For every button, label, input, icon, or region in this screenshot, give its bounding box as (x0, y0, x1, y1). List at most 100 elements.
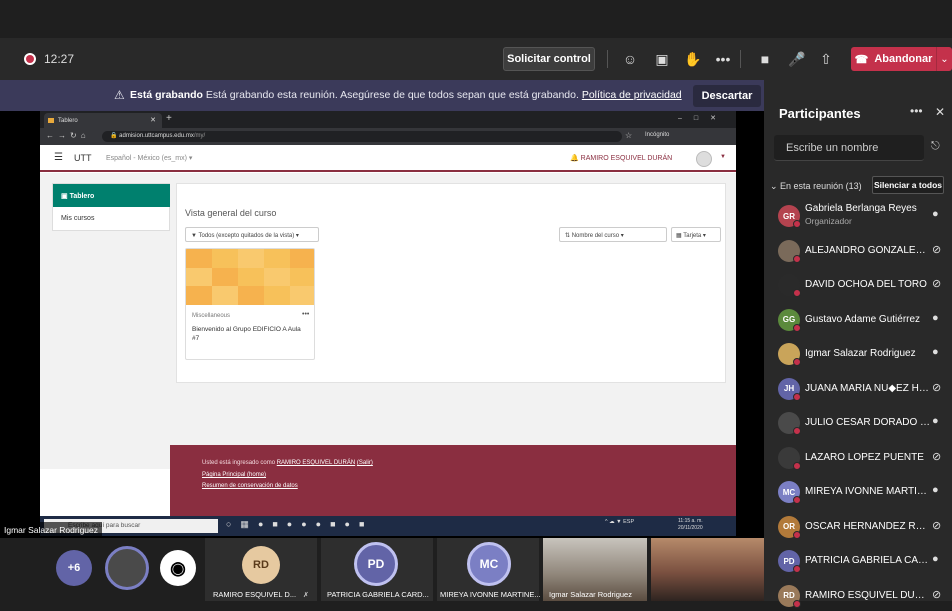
muted-mic-icon[interactable]: ⊘ (932, 450, 941, 463)
video-gallery: +6 ◉ RD RAMIRO ESQUIVEL D... ✗ PD PATRIC… (0, 538, 764, 601)
mic-icon[interactable]: ● (932, 346, 939, 358)
tile-name: PATRICIA GABRIELA CARD... (327, 590, 429, 599)
request-control-button[interactable]: Solicitar control (503, 47, 595, 71)
participants-panel: Participantes ••• ✕ Escribe un nombre ⎋ … (764, 80, 952, 608)
incognito-label: Incógnito (645, 132, 670, 138)
mic-icon[interactable]: ● (932, 553, 939, 565)
participant-row[interactable]: JULIO CESAR DORADO ESPI...● (764, 406, 952, 438)
address-bar[interactable]: 🔒 admision.uttcampus.edu.mx/my/ (102, 131, 622, 142)
participant-row[interactable]: RD RAMIRO ESQUIVEL DURAN ⊘ (764, 579, 952, 611)
nav-item-dashboard[interactable]: ▣ Tablero (53, 184, 170, 207)
participant-row[interactable]: GR Gabriela Berlanga Reyes Organizador ● (764, 199, 952, 231)
video-tile[interactable]: MC MIREYA IVONNE MARTINE... (437, 538, 541, 601)
new-tab-icon[interactable]: + (166, 113, 172, 124)
profile-link[interactable]: RAMIRO ESQUIVEL DURÁN (277, 460, 355, 466)
window-controls[interactable]: –□✕ (678, 114, 728, 122)
user-menu[interactable]: 🔔 RAMIRO ESQUIVEL DURÁN (570, 154, 672, 162)
close-icon[interactable]: ✕ (935, 105, 945, 119)
toolbar-divider (740, 50, 741, 68)
browser-nav-icons[interactable]: ←→↻⌂ (46, 131, 90, 140)
participant-row[interactable]: DAVID OCHOA DEL TORO ⊘ (764, 268, 952, 300)
recording-indicator-icon (24, 53, 36, 65)
avatar (778, 239, 801, 263)
muted-mic-icon: ✗ (303, 592, 309, 599)
participant-row[interactable]: JH JUANA MARIA NU◆EZ HERN...⊘ (764, 372, 952, 404)
chevron-down-icon[interactable]: ▼ (720, 154, 726, 160)
muted-mic-icon[interactable]: ⊘ (932, 243, 941, 256)
avatar: GG (778, 308, 801, 332)
video-tile[interactable]: PD PATRICIA GABRIELA CARD... (321, 538, 433, 601)
muted-mic-icon[interactable]: ⊘ (932, 277, 941, 290)
window-titlebar (0, 0, 952, 38)
chat-icon[interactable]: ▣ (651, 48, 673, 70)
data-retention-link[interactable]: Resumen de conservación de datos (202, 483, 298, 489)
windows-taskbar: Escribe aquí para buscar ○▦●■●●●■●■ ^ ☁ … (40, 516, 736, 536)
camera-icon[interactable]: ■ (754, 48, 776, 70)
home-link[interactable]: Página Principal (home) (202, 472, 266, 478)
participants-icon[interactable]: ☺ (619, 48, 641, 70)
participant-name: OSCAR HERNANDEZ REYES (805, 520, 931, 532)
participant-name: Gustavo Adame Gutiérrez (805, 313, 921, 325)
site-name[interactable]: UTT (74, 153, 92, 163)
muted-mic-icon[interactable]: ⊘ (932, 588, 941, 601)
more-participants-counter[interactable]: +6 (56, 550, 92, 586)
taskbar-app-icons[interactable]: ○▦●■●●●■●■ (226, 519, 373, 530)
avatar[interactable] (696, 151, 712, 167)
avatar: MC (467, 542, 511, 586)
participant-search-input[interactable]: Escribe un nombre (774, 135, 924, 161)
participant-row[interactable]: MC MIREYA IVONNE MARTINEZ ...● (764, 475, 952, 507)
raise-hand-icon[interactable]: ✋ (682, 48, 704, 70)
course-card[interactable]: Miscellaneous ••• Bienvenido al Grupo ED… (185, 248, 315, 360)
mute-all-button[interactable]: Silenciar a todos (872, 176, 944, 194)
video-tile[interactable]: RD RAMIRO ESQUIVEL D... ✗ (205, 538, 317, 601)
more-icon[interactable]: ••• (712, 48, 734, 70)
participant-row[interactable]: GG Gustavo Adame Gutiérrez ● (764, 303, 952, 335)
avatar: RD (778, 584, 801, 608)
course-name[interactable]: Bienvenido al Grupo EDIFICIO A Aula #7 (192, 325, 302, 343)
taskbar-clock: 11:15 a. m. 20/11/2020 (678, 518, 703, 531)
course-actions-icon[interactable]: ••• (302, 311, 309, 318)
mic-icon[interactable]: ● (932, 208, 939, 220)
extensions-icon[interactable]: ☆ (625, 131, 632, 140)
view-dropdown[interactable]: ▦ Tarjeta ▾ (671, 227, 721, 242)
privacy-policy-link[interactable]: Política de privacidad (582, 89, 682, 101)
participant-row[interactable]: Igmar Salazar Rodriguez ● (764, 337, 952, 369)
presenter-name-label: Igmar Salazar Rodriguez (0, 522, 103, 539)
more-icon[interactable]: ••• (910, 104, 923, 118)
mic-icon[interactable]: ● (932, 415, 939, 427)
language-menu[interactable]: Español - México (es_mx) ▾ (106, 154, 192, 162)
video-tile[interactable]: Igmar Salazar Rodriguez (543, 538, 647, 601)
recording-banner-text: Está grabando Está grabando esta reunión… (130, 89, 682, 101)
course-overview: Vista general del curso ▼ Todos (excepto… (176, 183, 726, 383)
share-invite-icon[interactable]: ⎋ (931, 140, 940, 153)
mic-icon[interactable]: ● (932, 484, 939, 496)
logout-link[interactable]: (Salir) (357, 460, 373, 466)
dismiss-banner-button[interactable]: Descartar (693, 85, 761, 107)
muted-mic-icon[interactable]: ⊘ (932, 519, 941, 532)
close-tab-icon[interactable]: ✕ (150, 116, 156, 124)
moodle-header: ☰ UTT Español - México (es_mx) ▾ 🔔 RAMIR… (40, 145, 736, 172)
share-icon[interactable]: ⇧ (815, 48, 837, 70)
system-tray[interactable]: ^ ☁ ▼ ESP (605, 519, 634, 525)
menu-icon[interactable]: ☰ (54, 152, 63, 163)
browser-tab[interactable]: Tablero ✕ (44, 113, 162, 128)
section-header[interactable]: ⌄ En esta reunión (13) (770, 181, 862, 192)
sort-dropdown[interactable]: ⇅ Nombre del curso ▾ (559, 227, 667, 242)
participant-row[interactable]: PD PATRICIA GABRIELA CARDO...● (764, 544, 952, 576)
nav-item-my-courses[interactable]: Mis cursos (61, 215, 94, 222)
video-tile[interactable] (651, 538, 764, 601)
participant-row[interactable]: OR OSCAR HERNANDEZ REYES ⊘ (764, 510, 952, 542)
participant-name: DAVID OCHOA DEL TORO (805, 279, 927, 290)
avatar (778, 412, 801, 435)
status-badge (793, 392, 801, 401)
participant-row[interactable]: LAZARO LOPEZ PUENTE ⊘ (764, 441, 952, 473)
muted-mic-icon[interactable]: ⊘ (932, 381, 941, 394)
participant-row[interactable]: ALEJANDRO GONZALEZ GON...⊘ (764, 234, 952, 266)
leave-options-chevron-icon[interactable]: ⌄ (936, 47, 952, 71)
leave-button[interactable]: ☎ Abandonar (851, 47, 936, 71)
mic-icon[interactable]: 🎤 (786, 48, 808, 70)
filter-dropdown[interactable]: ▼ Todos (excepto quitados de la vista) ▾ (185, 227, 319, 242)
mic-icon[interactable]: ● (932, 312, 939, 324)
avatar: PD (778, 550, 801, 573)
leave-label: Abandonar (874, 53, 933, 65)
